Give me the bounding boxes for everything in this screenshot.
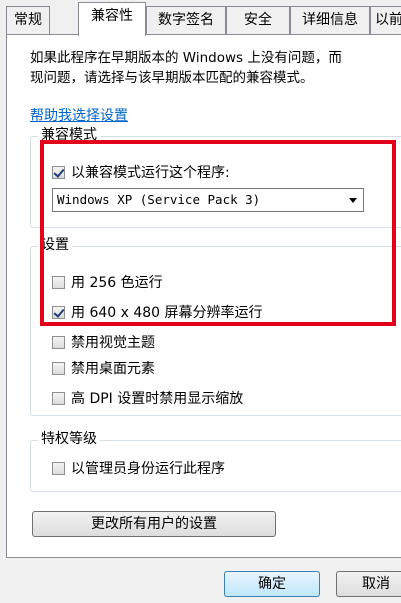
setting-disable-themes-row[interactable]: 禁用视觉主题 bbox=[52, 332, 155, 352]
setting-disable-dpi-checkbox[interactable] bbox=[52, 391, 65, 405]
run-as-admin-label: 以管理员身份运行此程序 bbox=[71, 461, 225, 477]
tab-details[interactable]: 详细信息 bbox=[290, 6, 370, 34]
tab-strip: 常规 兼容性 数字签名 安全 详细信息 以前 bbox=[0, 0, 401, 36]
run-compat-mode-checkbox[interactable] bbox=[52, 165, 65, 179]
setting-disable-dpi-row[interactable]: 高 DPI 设置时禁用显示缩放 bbox=[52, 388, 243, 408]
tab-general[interactable]: 常规 bbox=[6, 6, 50, 34]
setting-disable-desktop-checkbox[interactable] bbox=[52, 361, 65, 375]
privilege-title: 特权等级 bbox=[38, 430, 100, 448]
intro-text: 如果此程序在早期版本的 Windows 上没有问题，而 现问题，请选择与该早期版… bbox=[30, 48, 342, 88]
ok-button[interactable]: 确定 bbox=[224, 571, 320, 597]
setting-disable-desktop-row[interactable]: 禁用桌面元素 bbox=[52, 358, 155, 378]
compat-mode-group bbox=[30, 136, 401, 228]
setting-disable-themes-label: 禁用视觉主题 bbox=[71, 335, 155, 351]
run-compat-mode-label: 以兼容模式运行这个程序: bbox=[71, 165, 230, 181]
help-choose-settings-link[interactable]: 帮助我选择设置 bbox=[30, 105, 128, 125]
tab-digital-signatures[interactable]: 数字签名 bbox=[146, 6, 226, 34]
setting-256-colors-row[interactable]: 用 256 色运行 bbox=[52, 272, 163, 292]
setting-disable-desktop-label: 禁用桌面元素 bbox=[71, 361, 155, 377]
setting-256-colors-checkbox[interactable] bbox=[52, 275, 65, 289]
setting-256-colors-label: 用 256 色运行 bbox=[71, 275, 163, 291]
setting-disable-themes-checkbox[interactable] bbox=[52, 335, 65, 349]
setting-640x480-label: 用 640 x 480 屏幕分辨率运行 bbox=[71, 305, 263, 321]
setting-disable-dpi-label: 高 DPI 设置时禁用显示缩放 bbox=[71, 391, 244, 407]
tab-security[interactable]: 安全 bbox=[226, 6, 290, 34]
run-compat-mode-row[interactable]: 以兼容模式运行这个程序: bbox=[52, 162, 230, 182]
change-all-users-button[interactable]: 更改所有用户的设置 bbox=[32, 511, 276, 537]
run-as-admin-row[interactable]: 以管理员身份运行此程序 bbox=[52, 458, 225, 478]
run-as-admin-checkbox[interactable] bbox=[52, 461, 65, 475]
setting-640x480-row[interactable]: 用 640 x 480 屏幕分辨率运行 bbox=[52, 302, 263, 322]
tab-compatibility[interactable]: 兼容性 bbox=[78, 2, 146, 36]
compat-mode-title: 兼容模式 bbox=[38, 126, 100, 144]
compat-os-select[interactable]: Windows XP (Service Pack 3) bbox=[52, 188, 364, 212]
tab-previous-versions[interactable]: 以前 bbox=[370, 6, 401, 34]
chevron-down-icon bbox=[349, 198, 357, 203]
compat-os-value: Windows XP (Service Pack 3) bbox=[57, 192, 261, 207]
intro-text-line2: 现问题，请选择与该早期版本匹配的兼容模式。 bbox=[30, 70, 314, 86]
settings-title: 设置 bbox=[38, 236, 72, 254]
cancel-button[interactable]: 取消 bbox=[336, 571, 401, 597]
intro-text-line1: 如果此程序在早期版本的 Windows 上没有问题，而 bbox=[30, 50, 342, 66]
setting-640x480-checkbox[interactable] bbox=[52, 305, 65, 319]
